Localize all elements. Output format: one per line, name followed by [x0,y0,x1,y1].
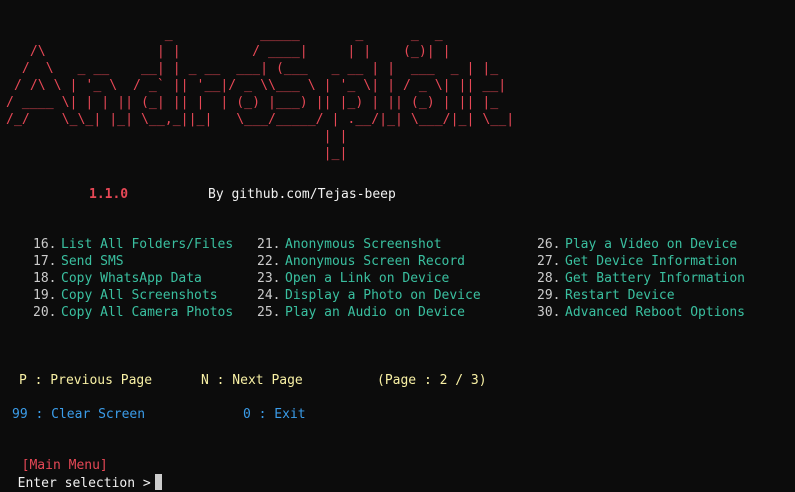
ascii-banner: _ _____ _ _ _ /\ | | / ____| | | (_)| | … [6,27,515,161]
command-prompt[interactable]: [Main Menu] Enter selection > [6,440,162,492]
menu-item-label: Get Battery Information [565,271,746,286]
menu-item-number: 28. [537,271,561,286]
prompt-tag: [Main Menu] [21,458,108,473]
menu-item-label: Advanced Reboot Options [565,305,746,320]
menu-item-label: Get Device Information [565,254,738,269]
page-indicator: (Page : 2 / 3) [377,373,487,388]
menu-item-label: Play a Video on Device [565,237,738,252]
text-cursor [154,474,162,490]
next-page-option[interactable]: N : Next Page [201,372,303,389]
menu-item-number: 29. [537,288,561,303]
menu-item[interactable]: 30. Advanced Reboot Options [0,304,795,321]
menu-item[interactable]: 28. Get Battery Information [0,270,795,287]
author-label: By github.com/Tejas-beep [208,187,396,202]
version-label: 1.1.0 [89,187,129,202]
clear-screen-option[interactable]: 99 : Clear Screen [12,406,145,423]
previous-page-option[interactable]: P : Previous Page [19,372,152,389]
menu-item[interactable]: 29. Restart Device [0,287,795,304]
menu-item-number: 30. [537,305,561,320]
menu-item[interactable]: 27. Get Device Information [0,253,795,270]
menu-item-number: 27. [537,254,561,269]
menu-item-label: Restart Device [565,288,675,303]
menu-item[interactable]: 26. Play a Video on Device [0,236,795,253]
exit-option[interactable]: 0 : Exit [243,406,306,423]
prompt-text: Enter selection > [17,476,151,491]
menu-item-number: 26. [537,237,561,252]
